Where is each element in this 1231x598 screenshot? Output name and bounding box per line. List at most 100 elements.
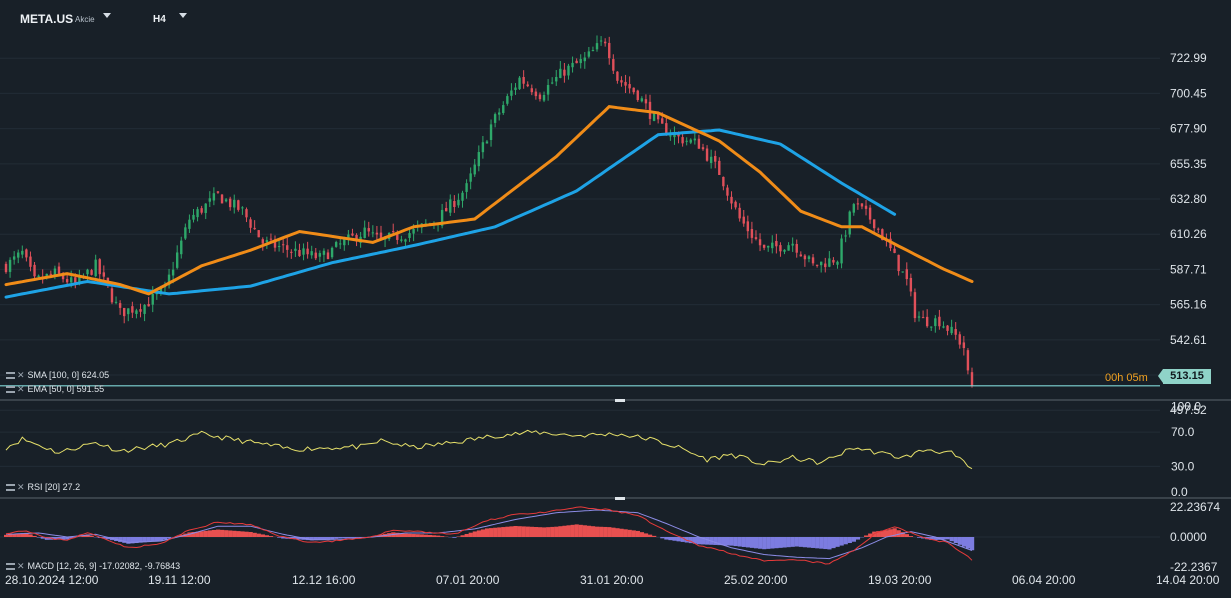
price-axis-tick-label: 722.99	[1170, 51, 1207, 65]
macd-histogram-bar	[607, 527, 612, 537]
timeframe-selector[interactable]: H4	[153, 14, 166, 25]
price-axis: 722.99 700.45 677.90 655.35 632.80 610.26 587.…	[1170, 51, 1207, 417]
macd-histogram-bar	[346, 537, 351, 539]
macd-histogram-bar	[277, 537, 282, 538]
bearish-candle	[632, 87, 635, 93]
macd-histogram-bar	[550, 526, 555, 537]
bullish-candle	[485, 141, 489, 144]
sma-legend[interactable]: ✕ SMA [100, 0] 624.05	[6, 370, 109, 381]
bearish-candle	[697, 138, 701, 149]
bearish-candle	[314, 252, 317, 259]
macd-histogram-bar	[904, 534, 909, 537]
bearish-candle	[538, 94, 542, 100]
macd-histogram-bar	[489, 528, 494, 537]
macd-histogram-bar	[546, 527, 551, 537]
macd-histogram-bar	[330, 537, 335, 540]
bullish-candle	[934, 318, 937, 327]
macd-histogram-bar	[672, 537, 677, 541]
bearish-candle	[954, 329, 957, 335]
bullish-candle	[599, 40, 603, 42]
macd-histogram-bar	[529, 526, 534, 537]
asset-class-label: Akcie	[75, 15, 95, 24]
bearish-candle	[298, 249, 301, 257]
settings-menu-icon[interactable]	[6, 484, 15, 492]
current-price-tag: 513.15	[1158, 369, 1211, 384]
close-icon[interactable]: ✕	[17, 482, 25, 492]
trading-chart[interactable]: 722.99 700.45 677.90 655.35 632.80 610.26 587.…	[0, 0, 1231, 598]
close-icon[interactable]: ✕	[17, 561, 25, 571]
sma-value: 624.05	[81, 370, 110, 380]
close-icon[interactable]: ✕	[17, 370, 25, 380]
bullish-candle	[322, 250, 326, 255]
price-axis-tick-label: 610.26	[1170, 227, 1207, 241]
close-icon[interactable]: ✕	[17, 384, 25, 394]
bullish-candle	[277, 246, 281, 248]
bullish-candle	[844, 235, 847, 237]
macd-histogram-bar	[595, 526, 600, 537]
bearish-candle	[758, 239, 762, 246]
bullish-candle	[114, 301, 118, 303]
bullish-candle	[192, 214, 195, 220]
bearish-candle	[970, 372, 974, 386]
macd-histogram-bar	[631, 530, 636, 537]
bullish-candle	[70, 277, 73, 283]
price-axis-tick-label: 700.45	[1170, 86, 1207, 100]
bullish-candle	[807, 256, 811, 259]
macd-label: MACD [12, 26, 9]	[27, 561, 97, 571]
macd-histogram-bar	[8, 534, 13, 537]
rsi-legend[interactable]: ✕ RSI [20] 27.2	[6, 482, 80, 493]
bearish-candle	[754, 237, 758, 239]
macd-histogram-bar	[798, 537, 804, 547]
bullish-candle	[343, 239, 346, 246]
bearish-candle	[603, 41, 607, 44]
macd-histogram-bar	[562, 525, 567, 537]
macd-histogram-bar	[342, 537, 347, 539]
bearish-candle	[4, 263, 8, 273]
bearish-candle	[636, 90, 639, 101]
bullish-candle	[493, 114, 497, 123]
settings-menu-icon[interactable]	[6, 372, 15, 380]
bullish-candle	[555, 76, 558, 82]
bearish-candle	[742, 216, 745, 224]
bearish-candle	[946, 325, 949, 331]
bearish-candle	[750, 229, 754, 238]
symbol-label: META.US	[20, 12, 74, 26]
macd-histogram-bar	[831, 537, 836, 549]
bearish-candle	[65, 279, 69, 283]
bullish-candle	[930, 326, 933, 328]
bearish-candle	[705, 148, 709, 161]
macd-histogram-bar	[823, 537, 828, 550]
settings-menu-icon[interactable]	[6, 563, 15, 571]
bearish-candle	[147, 304, 150, 307]
bearish-candle	[832, 259, 835, 263]
bearish-candle	[681, 137, 684, 144]
bullish-candle	[184, 227, 187, 239]
timeframe-dropdown-chevron-down-icon[interactable]	[179, 13, 187, 18]
macd-histogram-bar	[582, 525, 587, 537]
bullish-candle	[852, 204, 855, 213]
macd-histogram-bar	[794, 537, 799, 547]
macd-histogram-bar	[350, 537, 355, 539]
bullish-candle	[461, 192, 464, 201]
sma-label: SMA [100, 0]	[27, 370, 80, 380]
bearish-candle	[856, 203, 860, 205]
macd-axis-tick-label: -22.2367	[1170, 560, 1218, 574]
bearish-candle	[228, 198, 232, 208]
settings-menu-icon[interactable]	[6, 386, 15, 394]
macd-histogram-bar	[542, 527, 547, 537]
bearish-candle	[200, 208, 203, 213]
bullish-candle	[848, 211, 851, 235]
macd-legend[interactable]: ✕ MACD [12, 26, 9] -17.02082, -9.76843	[6, 561, 180, 572]
ema-legend[interactable]: ✕ EMA [50, 0] 591.55	[6, 384, 104, 395]
macd-histogram-bar	[472, 531, 477, 537]
bullish-candle	[457, 199, 460, 206]
bearish-candle	[734, 201, 737, 208]
bullish-candle	[583, 57, 586, 62]
macd-histogram-bar	[917, 537, 922, 538]
macd-histogram-bar	[615, 528, 620, 537]
bullish-candle	[840, 238, 843, 264]
bearish-candle	[803, 255, 807, 260]
symbol-dropdown-chevron-down-icon[interactable]	[103, 13, 111, 18]
bullish-candle	[901, 271, 904, 273]
macd-histogram-bar	[252, 532, 257, 537]
